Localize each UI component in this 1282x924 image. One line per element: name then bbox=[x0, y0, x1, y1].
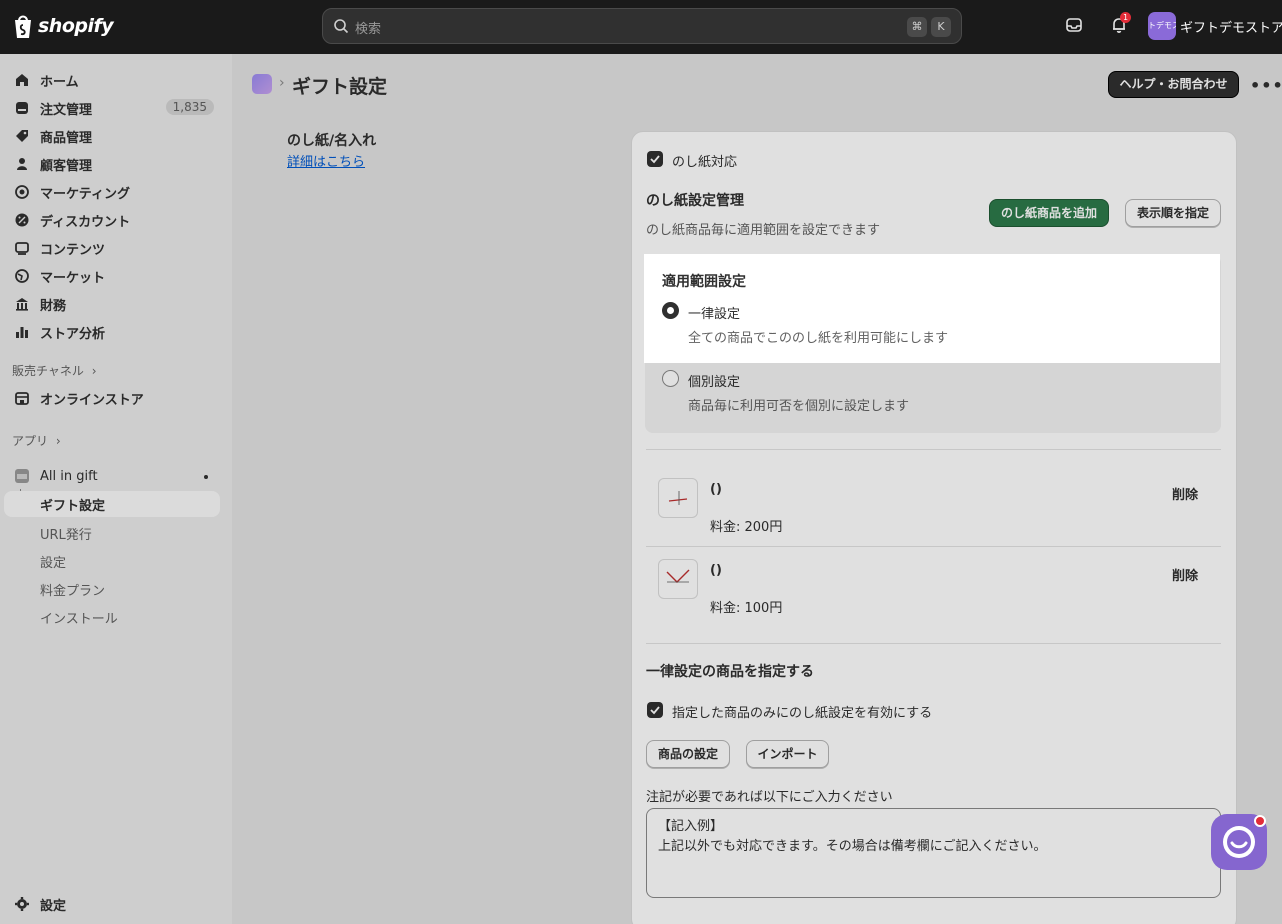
spotlight-radio-uniform-label: 一律設定 bbox=[688, 307, 741, 322]
shopify-logo[interactable]: shopify bbox=[12, 13, 114, 39]
search-icon bbox=[333, 18, 349, 38]
store-avatar[interactable]: トデモス bbox=[1148, 12, 1176, 40]
spotlight-scope-title: 適用範囲設定 bbox=[662, 274, 746, 290]
inbox-icon[interactable] bbox=[1065, 16, 1083, 38]
tour-overlay[interactable] bbox=[0, 54, 1282, 924]
shopify-bag-icon bbox=[12, 13, 34, 39]
spotlight-radio-uniform-description: 全ての商品でこののし紙を利用可能にします bbox=[688, 331, 949, 346]
store-name[interactable]: ギフトデモストア bbox=[1180, 17, 1282, 36]
search-placeholder: 検索 bbox=[355, 22, 382, 37]
top-bar: shopify 検索 ⌘ K 1 トデモス ギフトデモストア bbox=[0, 0, 1282, 54]
search-input[interactable]: 検索 ⌘ K bbox=[322, 8, 962, 44]
kbd-cmd: ⌘ bbox=[907, 17, 927, 37]
spotlight-radio-uniform[interactable] bbox=[662, 302, 679, 319]
notification-badge: 1 bbox=[1120, 12, 1131, 23]
kbd-k: K bbox=[931, 17, 951, 37]
logo-text: shopify bbox=[38, 15, 114, 37]
chat-unread-dot bbox=[1254, 815, 1266, 827]
